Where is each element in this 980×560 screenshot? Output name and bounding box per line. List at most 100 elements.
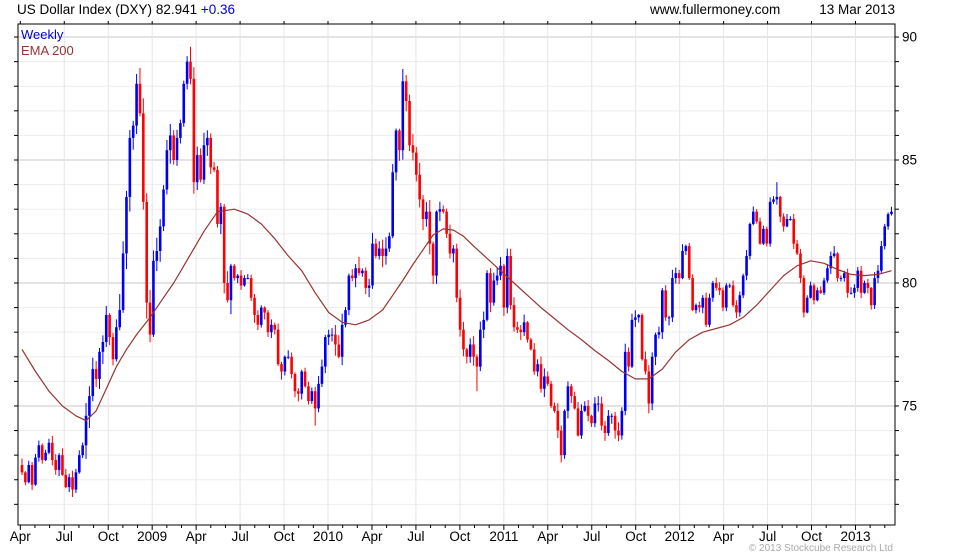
candle-body — [731, 285, 735, 306]
candle-body — [630, 319, 634, 367]
candle-body — [361, 270, 364, 274]
candle-body — [751, 211, 755, 224]
candle-body — [805, 297, 809, 313]
candle-body — [101, 342, 105, 352]
candle-body — [377, 248, 381, 256]
candle-body — [115, 327, 118, 360]
candle-body — [246, 278, 250, 280]
candle-body — [778, 196, 782, 217]
candle-body — [88, 396, 91, 416]
candle-body — [64, 474, 68, 488]
candle-body — [168, 135, 172, 151]
candle-body — [529, 339, 533, 350]
candle-body — [233, 265, 236, 279]
candle-body — [725, 285, 728, 308]
candle-body — [883, 226, 887, 247]
candle-body — [317, 383, 320, 409]
candle-body — [229, 265, 233, 301]
candle-body — [762, 228, 765, 244]
candle-body — [209, 137, 213, 168]
candlesticks — [20, 46, 893, 497]
candle-body — [647, 371, 651, 404]
candle-body — [388, 236, 391, 249]
candle-body — [357, 268, 361, 274]
candle-body — [677, 273, 681, 279]
candle-body — [502, 265, 506, 308]
candle-body — [185, 61, 189, 84]
candle-body — [347, 275, 351, 311]
candle-body — [735, 305, 738, 313]
candle-body — [155, 251, 159, 261]
candle-body — [809, 285, 812, 298]
x-axis-label: 2012 — [665, 529, 695, 544]
candle-body — [802, 278, 806, 313]
candle-body — [465, 349, 469, 357]
x-axis-label: Jul — [56, 529, 73, 544]
candle-body — [563, 410, 566, 456]
candle-body — [128, 137, 132, 197]
x-axis-label: 2011 — [489, 529, 518, 544]
x-axis-label: Apr — [10, 529, 32, 544]
candle-body — [206, 137, 209, 146]
candle-body — [259, 307, 263, 325]
y-axis-label: 75 — [902, 398, 917, 413]
candle-body — [182, 83, 186, 124]
candle-body — [785, 219, 789, 227]
candle-body — [384, 248, 388, 256]
candle-body — [536, 364, 539, 372]
candle-body — [61, 455, 64, 475]
candle-body — [310, 391, 314, 402]
x-axis-label: Apr — [361, 529, 383, 544]
candle-body — [152, 260, 155, 335]
candle-body — [448, 233, 452, 254]
candle-body — [792, 219, 796, 244]
candle-body — [549, 383, 553, 406]
candle-body — [617, 430, 620, 436]
candle-body — [216, 169, 219, 224]
candle-body — [694, 305, 698, 311]
candle-body — [468, 344, 472, 357]
candle-body — [108, 314, 111, 338]
candle-body — [364, 270, 368, 288]
candle-body — [623, 351, 627, 411]
candle-body — [748, 223, 752, 256]
candle-body — [866, 282, 870, 288]
candle-body — [681, 251, 684, 279]
candle-body — [880, 246, 883, 271]
candle-body — [664, 290, 667, 318]
candle-body — [401, 81, 405, 151]
candle-body — [573, 396, 576, 409]
candle-body — [37, 445, 41, 458]
candle-body — [297, 391, 300, 394]
candle-body — [532, 349, 536, 372]
candle-body — [371, 243, 374, 286]
candle-body — [650, 356, 654, 404]
candle-body — [34, 457, 37, 485]
candle-body — [853, 287, 856, 293]
candle-body — [24, 472, 27, 483]
candle-body — [812, 285, 816, 301]
candle-body — [81, 445, 84, 456]
candle-body — [179, 123, 182, 138]
candle-body — [475, 356, 479, 367]
candle-body — [111, 337, 115, 360]
candle-body — [519, 329, 523, 333]
candle-body — [270, 324, 273, 333]
candle-body — [57, 455, 61, 470]
candle-body — [869, 287, 873, 306]
candle-body — [718, 287, 721, 291]
candle-body — [293, 373, 297, 392]
candle-body — [495, 275, 499, 281]
candle-body — [253, 297, 256, 315]
candle-body — [644, 359, 647, 372]
candle-body — [404, 81, 408, 101]
candle-body — [826, 268, 829, 281]
candle-body — [441, 209, 445, 212]
candle-body — [47, 442, 51, 453]
candle-body — [20, 464, 24, 473]
candle-body — [435, 211, 438, 276]
candle-body — [303, 371, 307, 387]
candle-body — [425, 211, 428, 220]
candle-body — [482, 319, 485, 330]
candle-body — [327, 334, 330, 338]
